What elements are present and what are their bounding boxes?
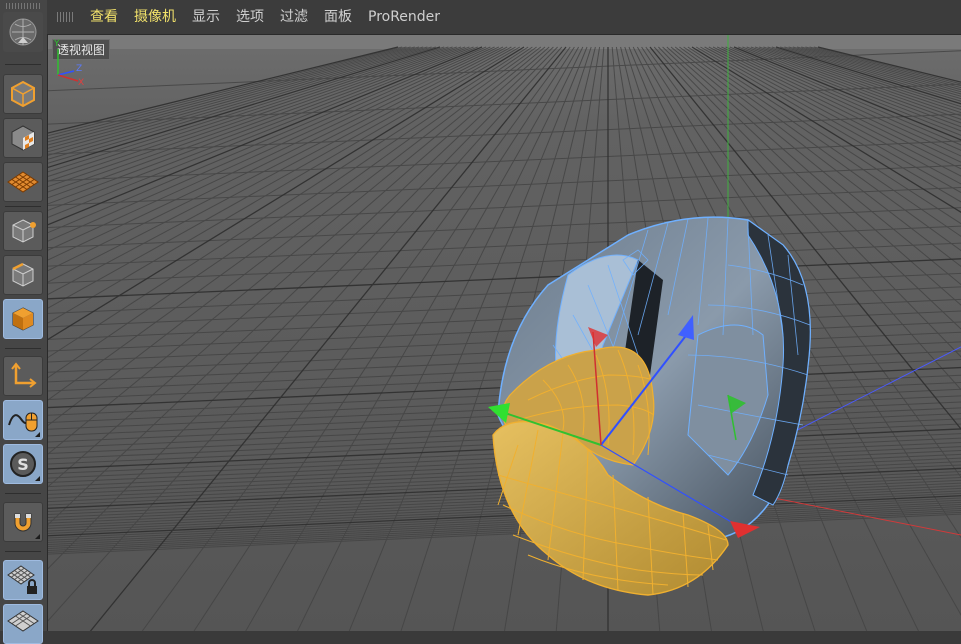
magnet-icon[interactable] (3, 502, 43, 542)
viewport-canvas[interactable] (48, 35, 961, 631)
left-toolbar: S (0, 0, 48, 644)
menu-grip[interactable] (57, 12, 73, 22)
menu-view[interactable]: 查看 (82, 0, 126, 34)
perspective-viewport[interactable]: 透视视图 Y Z X (48, 35, 961, 631)
points-mode-icon[interactable] (3, 211, 43, 251)
snap-icon[interactable]: S (3, 444, 43, 484)
axis-gizmo-z-label: Z (76, 64, 82, 74)
menu-options[interactable]: 选项 (228, 0, 272, 34)
menu-camera[interactable]: 摄像机 (126, 0, 184, 34)
texture-mode-icon[interactable] (3, 118, 43, 158)
view-tool-icon[interactable] (3, 12, 43, 52)
menu-filter[interactable]: 过滤 (272, 0, 316, 34)
menu-display[interactable]: 显示 (184, 0, 228, 34)
axis-gizmo-y-label: Y (53, 39, 60, 49)
model-mode-icon[interactable] (3, 74, 43, 114)
workplane-lock-icon[interactable] (3, 560, 43, 600)
polygons-mode-icon[interactable] (3, 299, 43, 339)
edges-mode-icon[interactable] (3, 255, 43, 295)
svg-text:S: S (17, 455, 29, 474)
grid-icon[interactable] (3, 604, 43, 644)
workplane-mode-icon[interactable] (3, 162, 43, 202)
toolbar-grip[interactable] (6, 3, 40, 9)
horizon-band (48, 35, 961, 49)
menu-panel[interactable]: 面板 (316, 0, 360, 34)
menu-prorender[interactable]: ProRender (360, 0, 448, 34)
axis-gizmo: Y Z X (53, 39, 84, 85)
viewport-menu-bar: 查看 摄像机 显示 选项 过滤 面板 ProRender (47, 0, 961, 35)
tweak-mode-icon[interactable] (3, 400, 43, 440)
axis-gizmo-x-label: X (78, 78, 84, 85)
axis-mode-icon[interactable] (3, 356, 43, 396)
